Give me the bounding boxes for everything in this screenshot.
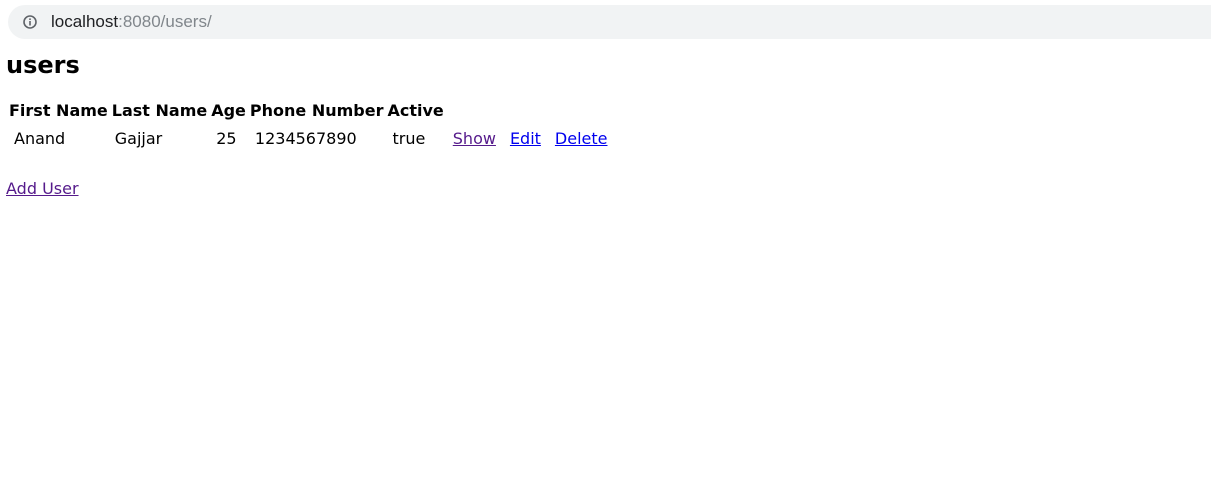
header-actions-spacer: [447, 98, 502, 122]
header-phone-number: Phone Number: [249, 100, 384, 120]
header-first-name: First Name: [9, 100, 108, 120]
cell-first-name: Anand: [14, 128, 66, 148]
url-host: localhost: [51, 12, 119, 31]
cell-age: 25: [216, 128, 237, 148]
show-link[interactable]: Show: [453, 129, 496, 148]
cell-edit: Edit: [504, 124, 547, 152]
users-table: First Name Last Name Age Phone Number Ac…: [6, 96, 616, 154]
cell-active: true: [392, 128, 426, 148]
header-last-name: Last Name: [111, 100, 208, 120]
info-circle-icon[interactable]: [23, 15, 37, 29]
header-age: Age: [211, 100, 246, 120]
header-active: Active: [387, 100, 444, 120]
cell-show: Show: [447, 124, 502, 152]
edit-link[interactable]: Edit: [510, 129, 541, 148]
address-bar[interactable]: localhost:8080/users/: [8, 5, 1211, 39]
url-path: :8080/users/: [118, 12, 212, 31]
add-user-link[interactable]: Add User: [6, 179, 79, 199]
table-row: Anand Gajjar 25 1234567890 true Show Edi…: [8, 124, 614, 152]
table-header-row: First Name Last Name Age Phone Number Ac…: [8, 98, 614, 122]
header-actions-spacer: [549, 98, 614, 122]
page-title: users: [6, 51, 80, 79]
cell-phone-number: 1234567890: [254, 128, 357, 148]
cell-delete: Delete: [549, 124, 614, 152]
delete-link[interactable]: Delete: [555, 129, 608, 148]
url-text[interactable]: localhost:8080/users/: [51, 12, 212, 32]
header-actions-spacer: [504, 98, 547, 122]
cell-last-name: Gajjar: [114, 128, 163, 148]
